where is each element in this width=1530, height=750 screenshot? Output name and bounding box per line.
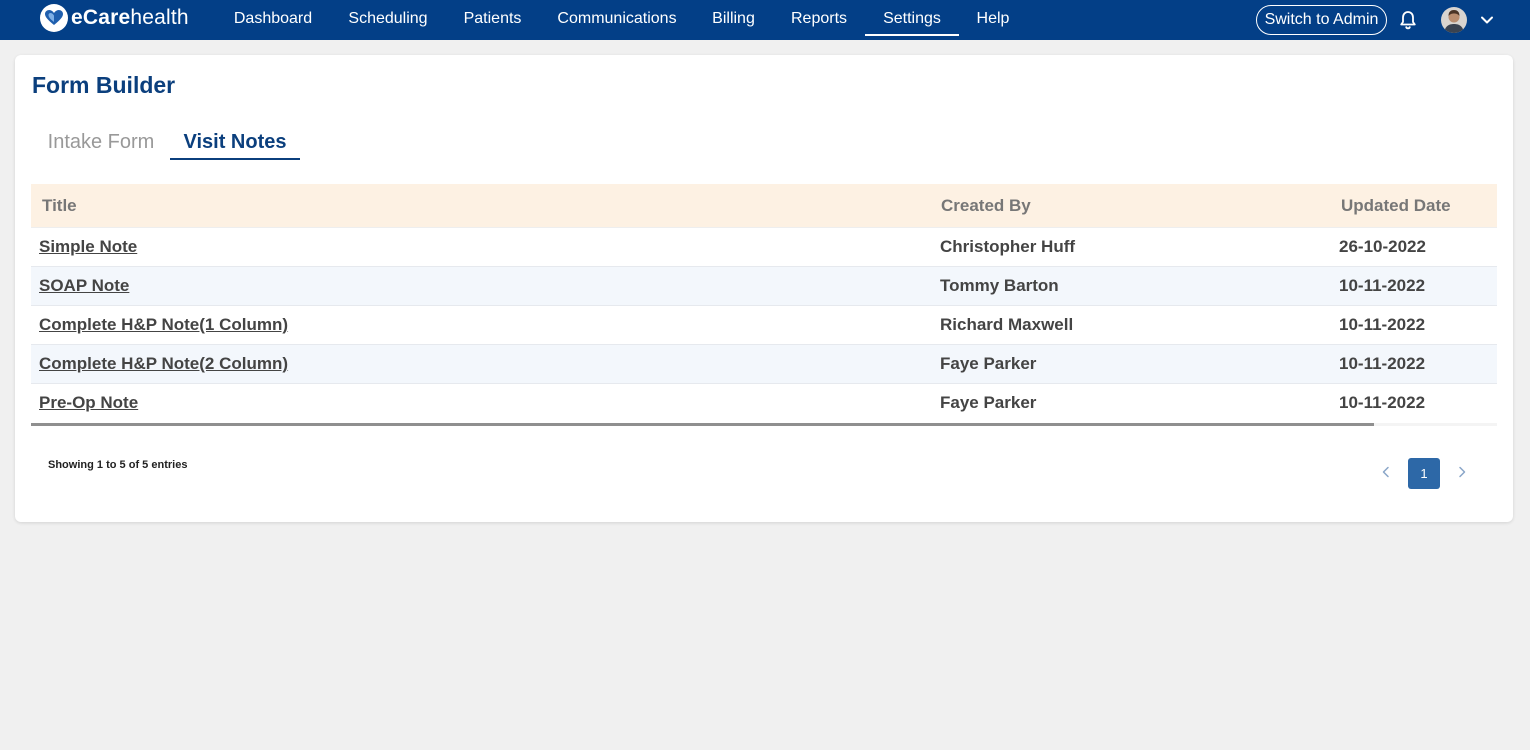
nav-help[interactable]: Help <box>972 0 1014 36</box>
created-by-cell: Christopher Huff <box>940 237 1076 256</box>
column-header-created-by[interactable]: Created By <box>941 184 1031 228</box>
updated-date-cell: 10-11-2022 <box>1339 276 1426 295</box>
visit-notes-table: Title Created By Updated Date Simple Not… <box>31 184 1497 426</box>
tab-visit-notes[interactable]: Visit Notes <box>170 131 300 160</box>
bell-icon[interactable] <box>1398 10 1418 30</box>
nav-reports[interactable]: Reports <box>786 0 852 36</box>
column-header-updated-date[interactable]: Updated Date <box>1341 184 1451 228</box>
note-title-link[interactable]: Pre-Op Note <box>39 384 138 422</box>
table-row: SOAP Note Tommy Barton 10-11-2022 <box>31 267 1497 306</box>
chevron-right-icon[interactable] <box>1455 465 1469 479</box>
nav-patients[interactable]: Patients <box>459 0 526 36</box>
scrollbar-thumb[interactable] <box>31 423 1374 426</box>
created-by-cell: Tommy Barton <box>940 276 1059 295</box>
table-row: Complete H&P Note(2 Column) Faye Parker … <box>31 345 1497 384</box>
avatar[interactable] <box>1441 7 1467 33</box>
created-by-cell: Faye Parker <box>940 354 1037 373</box>
created-by-cell: Richard Maxwell <box>940 315 1074 334</box>
logo-text: eCarehealth <box>71 6 189 29</box>
updated-date-cell: 10-11-2022 <box>1339 315 1426 334</box>
table-row: Simple Note Christopher Huff 26-10-2022 <box>31 228 1497 267</box>
nav-settings[interactable]: Settings <box>865 0 959 36</box>
heart-logo-icon <box>40 4 68 32</box>
nav-dashboard[interactable]: Dashboard <box>229 0 317 36</box>
note-title-link[interactable]: SOAP Note <box>39 267 129 305</box>
nav-communications[interactable]: Communications <box>553 0 681 36</box>
note-title-link[interactable]: Simple Note <box>39 228 137 266</box>
table-header: Title Created By Updated Date <box>31 184 1497 228</box>
tab-intake-form[interactable]: Intake Form <box>46 131 156 160</box>
horizontal-scrollbar[interactable] <box>31 423 1497 426</box>
chevron-left-icon[interactable] <box>1379 465 1393 479</box>
top-nav-bar: eCarehealth Dashboard Scheduling Patient… <box>0 0 1530 40</box>
entries-info: Showing 1 to 5 of 5 entries <box>48 459 188 471</box>
form-builder-card: Form Builder Intake Form Visit Notes Tit… <box>15 55 1513 522</box>
app-logo[interactable]: eCarehealth <box>40 3 189 33</box>
note-title-link[interactable]: Complete H&P Note(2 Column) <box>39 345 288 383</box>
table-row: Pre-Op Note Faye Parker 10-11-2022 <box>31 384 1497 423</box>
column-header-title[interactable]: Title <box>42 184 77 228</box>
updated-date-cell: 26-10-2022 <box>1339 237 1426 256</box>
chevron-down-icon[interactable] <box>1480 13 1494 27</box>
note-title-link[interactable]: Complete H&P Note(1 Column) <box>39 306 288 344</box>
nav-scheduling[interactable]: Scheduling <box>343 0 433 36</box>
nav-billing[interactable]: Billing <box>707 0 760 36</box>
switch-to-admin-button[interactable]: Switch to Admin <box>1256 5 1387 35</box>
table-row: Complete H&P Note(1 Column) Richard Maxw… <box>31 306 1497 345</box>
page-number-button[interactable]: 1 <box>1408 458 1440 489</box>
updated-date-cell: 10-11-2022 <box>1339 354 1426 373</box>
updated-date-cell: 10-11-2022 <box>1339 393 1426 412</box>
page-title: Form Builder <box>32 72 176 98</box>
created-by-cell: Faye Parker <box>940 393 1037 412</box>
